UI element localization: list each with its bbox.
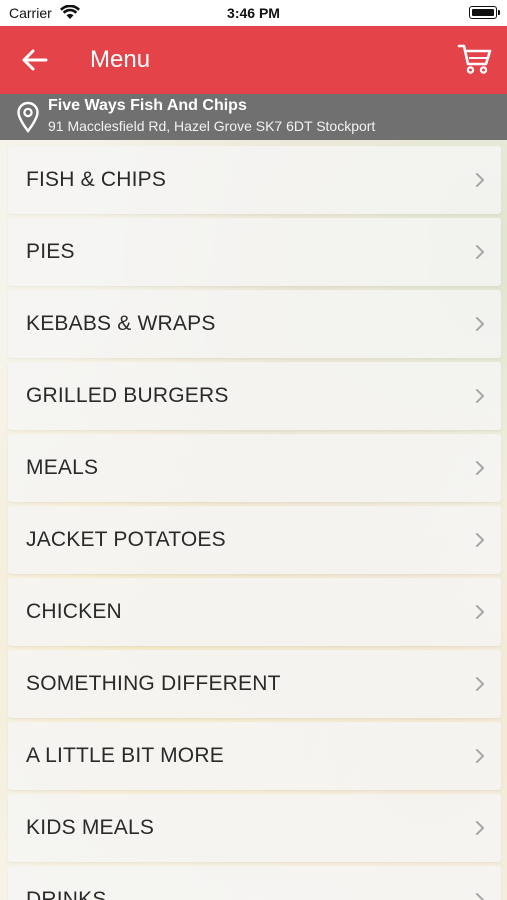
map-pin-icon <box>17 101 39 133</box>
menu-item-label: JACKET POTATOES <box>26 528 226 551</box>
menu-item-label: KIDS MEALS <box>26 816 155 839</box>
restaurant-name: Five Ways Fish And Chips <box>48 97 247 114</box>
menu-item-meals[interactable]: MEALS <box>8 434 501 502</box>
chevron-right-icon <box>476 533 484 547</box>
menu-item-kebabs-wraps[interactable]: KEBABS & WRAPS <box>8 290 501 358</box>
chevron-right-icon <box>476 893 484 900</box>
clock: 3:46 PM <box>227 5 280 21</box>
menu-item-label: MEALS <box>26 456 99 479</box>
menu-item-chicken[interactable]: CHICKEN <box>8 578 501 646</box>
chevron-right-icon <box>476 461 484 475</box>
app-header: Menu <box>0 26 507 94</box>
menu-item-jacket-potatoes[interactable]: JACKET POTATOES <box>8 506 501 574</box>
page-title: Menu <box>90 46 151 73</box>
menu-item-label: PIES <box>26 240 75 263</box>
menu-item-label: CHICKEN <box>26 600 122 623</box>
menu-item-label: SOMETHING DIFFERENT <box>26 672 281 695</box>
chevron-right-icon <box>476 749 484 763</box>
chevron-right-icon <box>476 317 484 331</box>
cart-icon[interactable] <box>457 42 493 76</box>
chevron-right-icon <box>476 389 484 403</box>
chevron-right-icon <box>476 677 484 691</box>
menu-item-drinks[interactable]: DRINKS <box>8 866 501 900</box>
restaurant-address: 91 Macclesfield Rd, Hazel Grove SK7 6DT … <box>48 118 376 134</box>
chevron-right-icon <box>476 245 484 259</box>
chevron-right-icon <box>476 605 484 619</box>
battery-icon <box>469 6 500 19</box>
menu-item-a-little-bit-more[interactable]: A LITTLE BIT MORE <box>8 722 501 790</box>
chevron-right-icon <box>476 821 484 835</box>
menu-item-label: KEBABS & WRAPS <box>26 312 216 335</box>
menu-item-fish-chips[interactable]: FISH & CHIPS <box>8 146 501 214</box>
menu-item-label: DRINKS <box>26 888 107 900</box>
menu-list: FISH & CHIPS PIES KEBABS & WRAPS GRILLED… <box>0 140 507 900</box>
menu-item-label: GRILLED BURGERS <box>26 384 229 407</box>
menu-item-kids-meals[interactable]: KIDS MEALS <box>8 794 501 862</box>
location-bar: Five Ways Fish And Chips 91 Macclesfield… <box>0 94 507 140</box>
chevron-right-icon <box>476 173 484 187</box>
menu-item-label: FISH & CHIPS <box>26 168 167 191</box>
menu-item-label: A LITTLE BIT MORE <box>26 744 224 767</box>
menu-item-pies[interactable]: PIES <box>8 218 501 286</box>
menu-item-something-different[interactable]: SOMETHING DIFFERENT <box>8 650 501 718</box>
status-bar: Carrier 3:46 PM <box>0 0 507 26</box>
arrow-left-icon[interactable] <box>20 46 50 74</box>
menu-item-grilled-burgers[interactable]: GRILLED BURGERS <box>8 362 501 430</box>
